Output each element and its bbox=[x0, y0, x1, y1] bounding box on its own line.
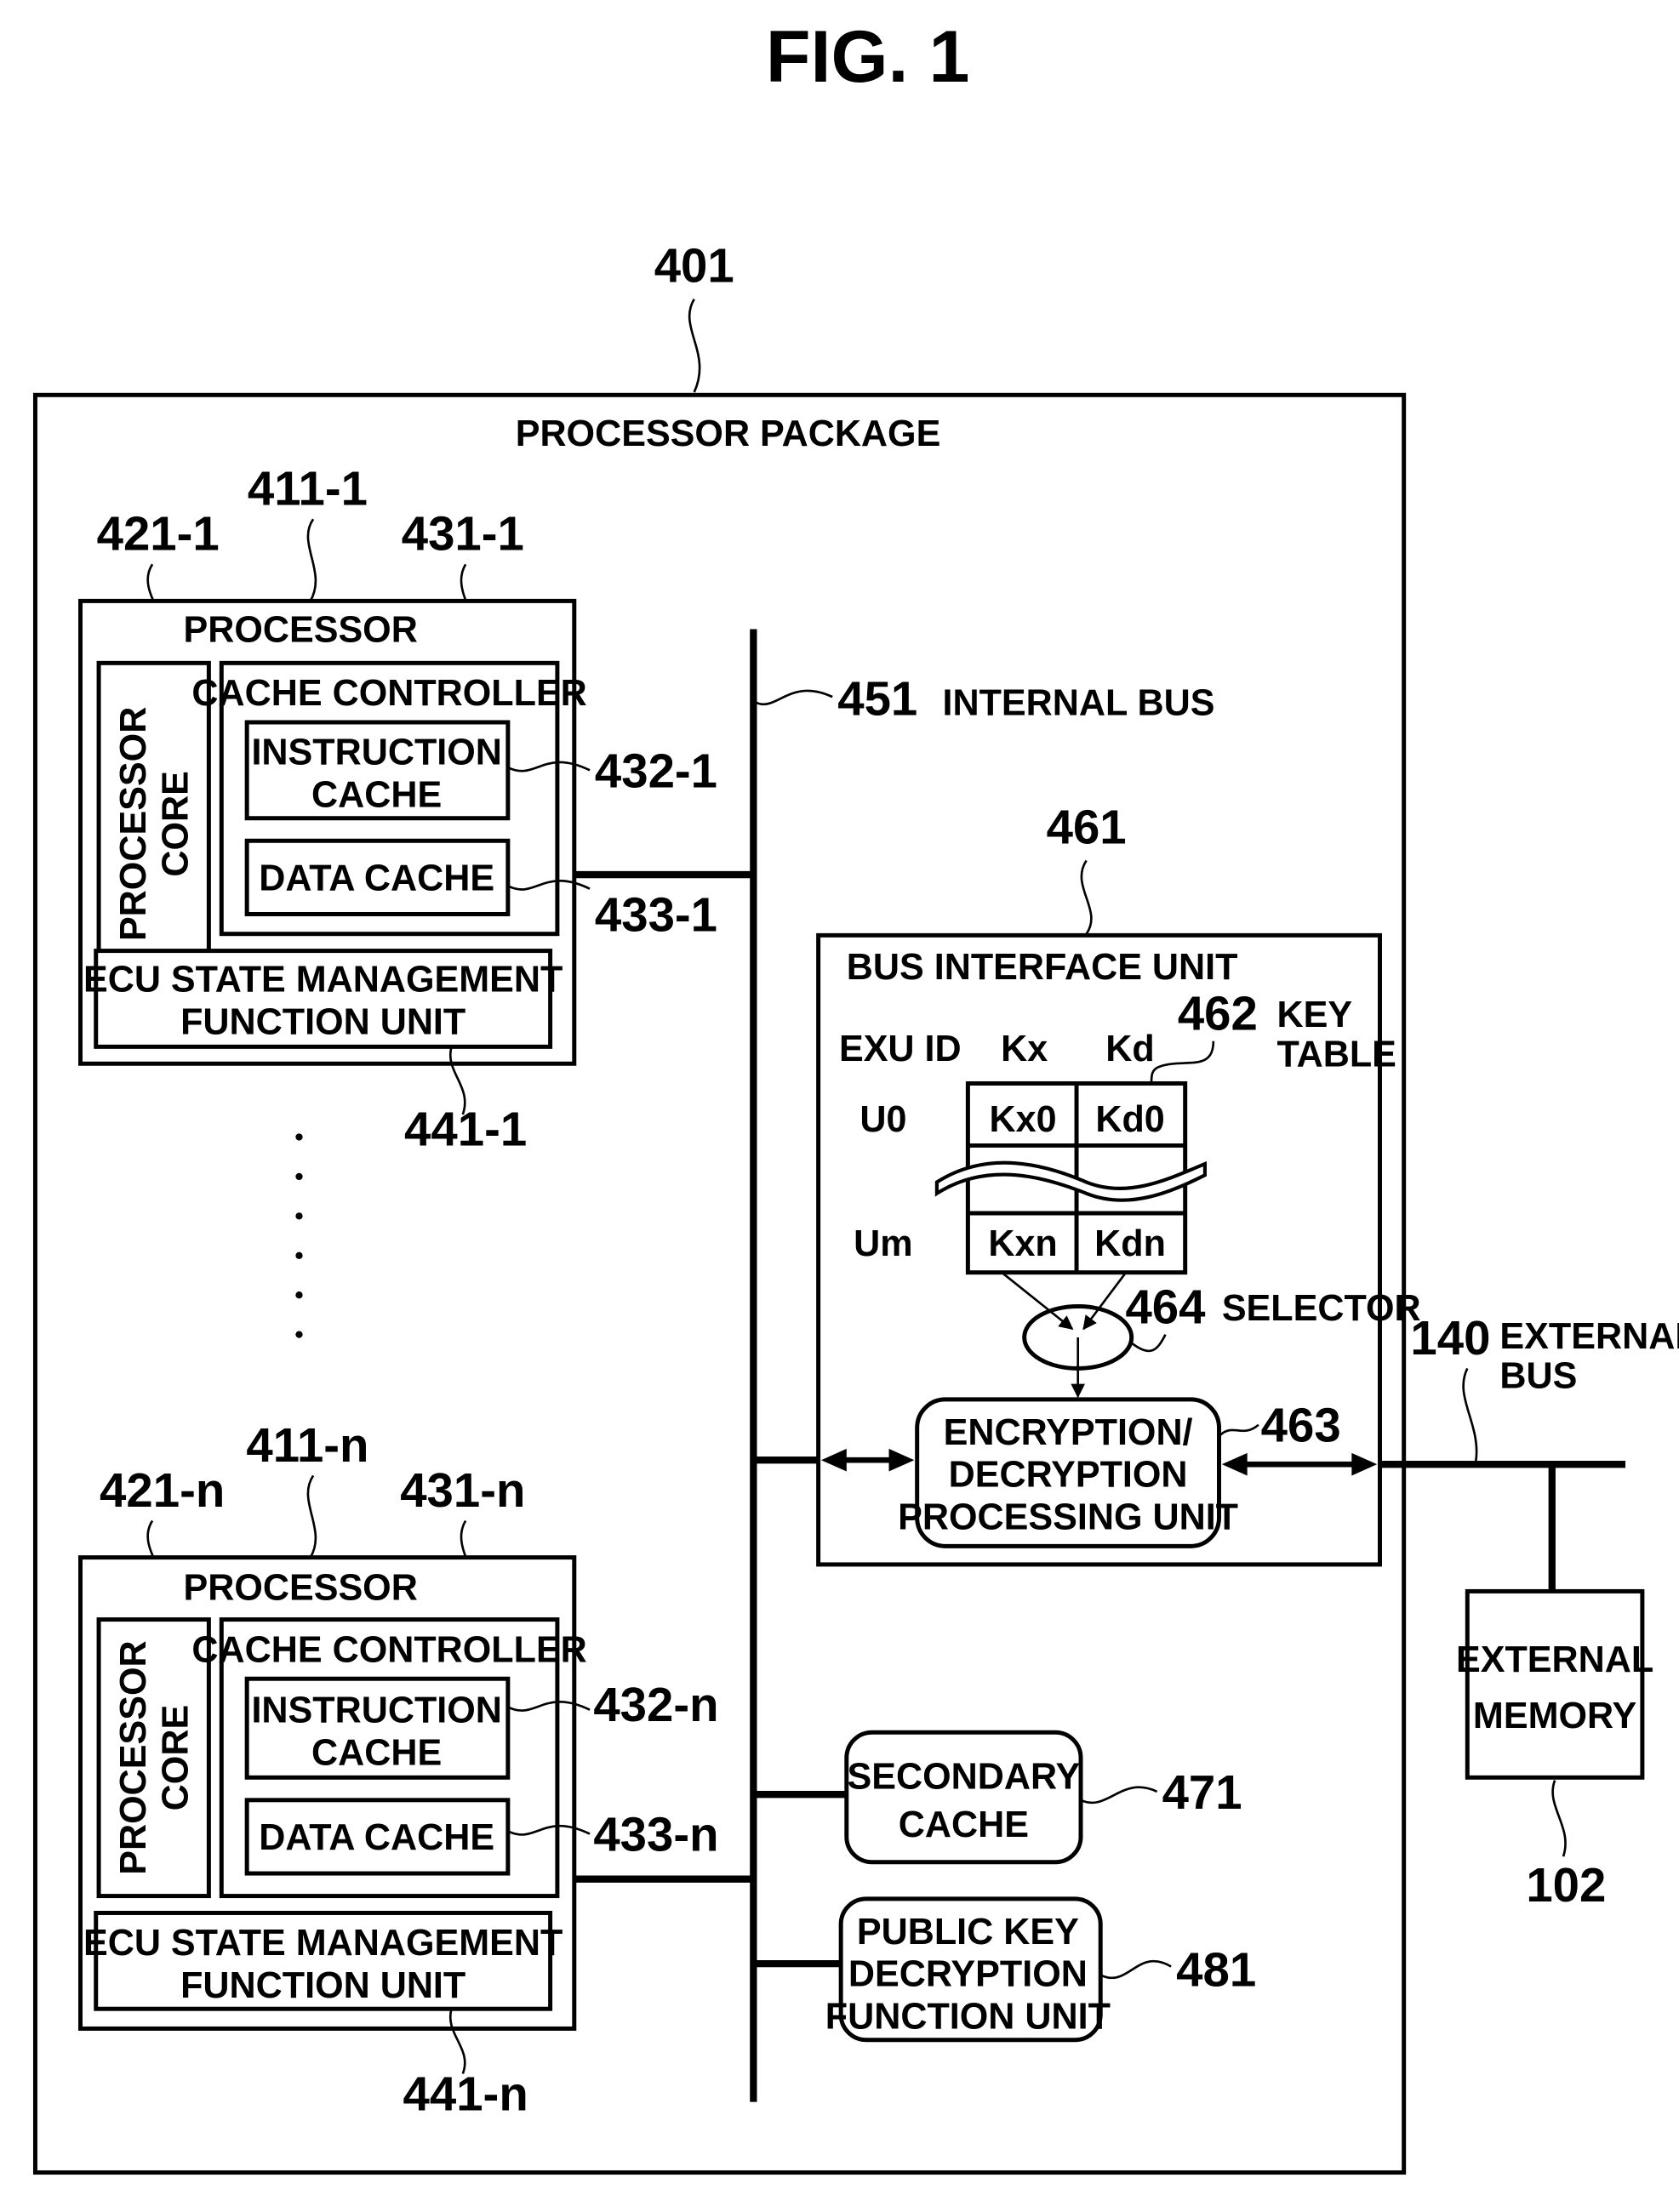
internal-bus-label: INTERNAL BUS bbox=[943, 683, 1215, 724]
ref-464: 464 bbox=[1125, 1280, 1206, 1333]
leader-140 bbox=[1462, 1367, 1478, 1462]
figure-title: FIG. 1 bbox=[766, 16, 969, 98]
ecu-label: ECU STATE MANAGEMENT bbox=[83, 960, 563, 1001]
ref-411-1: 411-1 bbox=[248, 462, 368, 516]
leader-102 bbox=[1551, 1780, 1567, 1857]
selector-label: SELECTOR bbox=[1222, 1288, 1421, 1329]
instruction-cache-label-2: CACHE bbox=[311, 774, 442, 815]
instruction-cache-label-2: CACHE bbox=[311, 1732, 442, 1773]
package-label: PROCESSOR PACKAGE bbox=[516, 413, 941, 454]
ref-441-1: 441-1 bbox=[404, 1102, 527, 1155]
processor-core-label-2: CORE bbox=[156, 1705, 197, 1811]
external-memory-label-1: EXTERNAL bbox=[1456, 1639, 1653, 1680]
public-key-label-3: FUNCTION UNIT bbox=[825, 1996, 1111, 2037]
processor-label: PROCESSOR bbox=[183, 1567, 417, 1608]
ref-432-1: 432-1 bbox=[595, 744, 717, 797]
processor-core-label-2: CORE bbox=[156, 771, 197, 877]
crypto-label-1: ENCRYPTION/ bbox=[944, 1412, 1193, 1453]
public-key-label-1: PUBLIC KEY bbox=[857, 1912, 1079, 1953]
secondary-cache-label-1: SECONDARY bbox=[848, 1757, 1081, 1798]
ref-421-1: 421-1 bbox=[97, 507, 220, 561]
ref-461: 461 bbox=[1047, 801, 1127, 854]
ref-102: 102 bbox=[1526, 1858, 1606, 1912]
ref-441-n: 441-n bbox=[403, 2067, 528, 2121]
key-row-um-id: Um bbox=[854, 1223, 912, 1264]
ref-462: 462 bbox=[1178, 986, 1258, 1040]
key-row-u0-kd: Kd0 bbox=[1095, 1099, 1164, 1140]
key-table-label: KEY bbox=[1276, 995, 1352, 1035]
ecu-label-2: FUNCTION UNIT bbox=[180, 1001, 465, 1042]
key-row-u0-kx: Kx0 bbox=[990, 1099, 1057, 1140]
key-row-um-kx: Kxn bbox=[988, 1223, 1057, 1264]
ref-481: 481 bbox=[1176, 1943, 1256, 1997]
cache-controller-label: CACHE CONTROLLER bbox=[191, 673, 586, 714]
ref-463: 463 bbox=[1261, 1399, 1341, 1452]
ref-433-n: 433-n bbox=[593, 1808, 718, 1861]
external-memory-box bbox=[1465, 1588, 1645, 1780]
package-ref: 401 bbox=[654, 239, 734, 293]
key-row-u0-id: U0 bbox=[859, 1099, 906, 1140]
public-key-label-2: DECRYPTION bbox=[848, 1954, 1088, 1995]
ecu-label: ECU STATE MANAGEMENT bbox=[83, 1923, 563, 1964]
cache-controller-label: CACHE CONTROLLER bbox=[191, 1629, 586, 1670]
ref-140: 140 bbox=[1410, 1311, 1490, 1365]
ref-451: 451 bbox=[837, 672, 917, 726]
external-bus-label-2: BUS bbox=[1499, 1356, 1577, 1397]
key-table-header-exu-id: EXU ID bbox=[839, 1029, 962, 1069]
key-row-um-kd: Kdn bbox=[1094, 1223, 1166, 1264]
ecu-label-2: FUNCTION UNIT bbox=[180, 1965, 465, 2006]
patent-figure: FIG. 1 401 PROCESSOR PACKAGE 421-1 411-1… bbox=[32, 16, 1679, 2175]
processor-core-label: PROCESSOR bbox=[113, 707, 154, 941]
instruction-cache-label: INSTRUCTION bbox=[251, 733, 501, 773]
data-cache-label: DATA CACHE bbox=[259, 858, 494, 898]
ref-471: 471 bbox=[1162, 1765, 1242, 1819]
key-table-label-2: TABLE bbox=[1276, 1035, 1396, 1075]
ref-432-n: 432-n bbox=[593, 1678, 718, 1731]
ref-431-n: 431-n bbox=[400, 1463, 525, 1517]
secondary-cache-label-2: CACHE bbox=[899, 1804, 1029, 1845]
instruction-cache-label: INSTRUCTION bbox=[251, 1690, 501, 1731]
crypto-label-3: PROCESSING UNIT bbox=[898, 1497, 1238, 1537]
key-table-header-kx: Kx bbox=[1001, 1029, 1048, 1069]
ref-421-n: 421-n bbox=[100, 1463, 225, 1517]
key-table-header-kd: Kd bbox=[1105, 1029, 1154, 1069]
package-leader bbox=[688, 298, 701, 393]
external-bus-label-1: EXTERNAL bbox=[1499, 1316, 1679, 1357]
ref-431-1: 431-1 bbox=[402, 507, 524, 561]
data-cache-label: DATA CACHE bbox=[259, 1817, 494, 1858]
ref-411-n: 411-n bbox=[246, 1418, 368, 1472]
external-memory-label-2: MEMORY bbox=[1473, 1696, 1637, 1736]
ref-433-1: 433-1 bbox=[595, 887, 717, 941]
crypto-label-2: DECRYPTION bbox=[949, 1455, 1188, 1496]
processor-label: PROCESSOR bbox=[183, 609, 417, 650]
bus-interface-label: BUS INTERFACE UNIT bbox=[847, 947, 1238, 988]
processor-core-label: PROCESSOR bbox=[113, 1640, 154, 1874]
